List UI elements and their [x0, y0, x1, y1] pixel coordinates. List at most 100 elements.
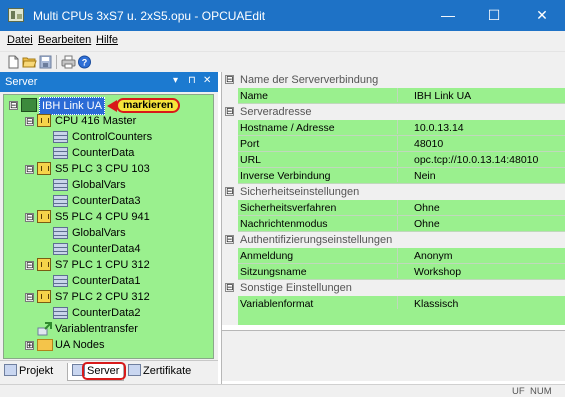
project-icon [4, 364, 17, 376]
tree-node-s7-plc-1[interactable]: ⊟ S7 PLC 1 CPU 312 [4, 257, 209, 273]
toolbar: ? [0, 51, 565, 72]
collapse-toggle[interactable]: ⊟ [225, 75, 234, 84]
collapse-toggle[interactable]: ⊟ [225, 283, 234, 292]
tree-node-counterdata1[interactable]: CounterData1 [4, 273, 209, 289]
collapse-toggle[interactable]: ⊟ [225, 187, 234, 196]
property-value[interactable]: 48010 [397, 136, 443, 150]
property-value[interactable]: Ohne [397, 200, 440, 214]
table-icon [53, 227, 68, 239]
open-folder-icon[interactable] [22, 55, 37, 69]
tree-node-variablentransfer[interactable]: Variablentransfer [4, 321, 209, 337]
category-label: Sicherheitseinstellungen [240, 186, 360, 198]
tree-node-globalvars[interactable]: GlobalVars [4, 225, 209, 241]
tree-node-controlcounters[interactable]: ControlCounters [4, 129, 209, 145]
tree-node-counterdata2[interactable]: CounterData2 [4, 305, 209, 321]
property-value[interactable]: Klassisch [397, 296, 458, 310]
property-value[interactable]: Nein [397, 168, 436, 182]
tab-projekt[interactable]: Projekt [4, 363, 53, 381]
menu-hilfe[interactable]: Hilfe [96, 34, 118, 46]
property-row-anmeldung[interactable]: Anmeldung Anonym [238, 248, 565, 264]
property-value[interactable]: Anonym [397, 248, 453, 262]
property-row-name[interactable]: Name IBH Link UA [238, 88, 565, 104]
category-label: Authentifizierungseinstellungen [240, 234, 393, 246]
property-row-nachrichtenmodus[interactable]: Nachrichtenmodus Ohne [238, 216, 565, 232]
tree-label: CounterData [72, 147, 135, 159]
category-sonstige-einstellungen[interactable]: ⊟ Sonstige Einstellungen [222, 280, 565, 296]
collapse-toggle[interactable]: ⊟ [25, 165, 34, 174]
collapse-toggle[interactable]: ⊟ [9, 101, 18, 110]
cpu-icon [37, 258, 51, 271]
pane-dropdown-icon[interactable]: ▾ [173, 75, 178, 86]
pane-pin-icon[interactable]: ⊓ [188, 75, 196, 86]
collapse-toggle[interactable]: ⊟ [25, 261, 34, 270]
pane-close-icon[interactable]: ✕ [203, 75, 211, 86]
status-uf: UF [512, 386, 525, 397]
category-label: Serveradresse [240, 106, 312, 118]
tree-node-ua-nodes[interactable]: ⊞ UA Nodes [4, 337, 209, 353]
table-icon [53, 131, 68, 143]
category-label: Sonstige Einstellungen [240, 282, 352, 294]
tree-label: GlobalVars [72, 227, 126, 239]
property-value[interactable]: Workshop [397, 264, 461, 278]
table-icon [53, 243, 68, 255]
collapse-toggle[interactable]: ⊟ [25, 117, 34, 126]
print-icon[interactable] [61, 55, 76, 69]
tree-node-s5-plc-4[interactable]: ⊟ S5 PLC 4 CPU 941 [4, 209, 209, 225]
toolbar-separator [56, 55, 57, 69]
property-row-sicherheitsverfahren[interactable]: Sicherheitsverfahren Ohne [238, 200, 565, 216]
category-authentifizierungseinstellungen[interactable]: ⊟ Authentifizierungseinstellungen [222, 232, 565, 248]
expand-toggle[interactable]: ⊞ [25, 341, 34, 350]
property-row-sitzungsname[interactable]: Sitzungsname Workshop [238, 264, 565, 280]
category-name-der-serververbindung[interactable]: ⊟ Name der Serververbindung [222, 72, 565, 88]
category-sicherheitseinstellungen[interactable]: ⊟ Sicherheitseinstellungen [222, 184, 565, 200]
cpu-icon [37, 162, 51, 175]
tree-node-counterdata4[interactable]: CounterData4 [4, 241, 209, 257]
property-value[interactable]: opc.tcp://10.0.13.14:48010 [397, 152, 538, 166]
table-icon [53, 307, 68, 319]
save-icon[interactable] [38, 55, 53, 69]
table-icon [53, 179, 68, 191]
callout-label: markieren [116, 98, 181, 113]
tree-node-globalvars[interactable]: GlobalVars [4, 177, 209, 193]
property-name: Anmeldung [240, 250, 294, 262]
property-name: URL [240, 154, 262, 166]
menu-bearbeiten[interactable]: Bearbeiten [38, 34, 91, 46]
collapse-toggle[interactable]: ⊟ [225, 107, 234, 116]
property-row-port[interactable]: Port 48010 [238, 136, 565, 152]
help-icon[interactable]: ? [77, 55, 92, 69]
collapse-toggle[interactable]: ⊟ [25, 213, 34, 222]
cpu-icon [37, 114, 51, 127]
close-button[interactable]: ✕ [519, 0, 565, 31]
collapse-toggle[interactable]: ⊟ [225, 235, 234, 244]
property-value[interactable]: IBH Link UA [397, 88, 471, 102]
collapse-toggle[interactable]: ⊟ [25, 293, 34, 302]
window-title: Multi CPUs 3xS7 u. 2xS5.opu - OPCUAEdit [33, 9, 266, 23]
menu-datei[interactable]: Datei [7, 34, 33, 46]
tree-node-counterdata[interactable]: CounterData [4, 145, 209, 161]
property-name: Sitzungsname [240, 266, 307, 278]
server-tab-highlight [82, 362, 126, 380]
server-pane: Server ▾ ⊓ ✕ ⊟ IBH Link UA ⊟ CPU 416 Mas… [0, 72, 218, 384]
tree-node-counterdata3[interactable]: CounterData3 [4, 193, 209, 209]
category-serveradresse[interactable]: ⊟ Serveradresse [222, 104, 565, 120]
maximize-button[interactable]: ☐ [471, 0, 517, 31]
tree-label: S5 PLC 3 CPU 103 [55, 163, 150, 175]
menu-bar: Datei Bearbeiten Hilfe [0, 31, 565, 51]
category-label: Name der Serververbindung [240, 74, 379, 86]
property-value[interactable]: Ohne [397, 216, 440, 230]
certificate-icon [128, 364, 141, 376]
tree-label: ControlCounters [72, 131, 153, 143]
tree-node-s7-plc-2[interactable]: ⊟ S7 PLC 2 CPU 312 [4, 289, 209, 305]
tree-label: CounterData2 [72, 307, 141, 319]
property-row-hostname[interactable]: Hostname / Adresse 10.0.13.14 [238, 120, 565, 136]
property-value[interactable]: 10.0.13.14 [397, 120, 464, 134]
tree-node-s5-plc-3[interactable]: ⊟ S5 PLC 3 CPU 103 [4, 161, 209, 177]
minimize-button[interactable]: — [425, 0, 471, 31]
property-row-inverse-verbindung[interactable]: Inverse Verbindung Nein [238, 168, 565, 184]
property-row-url[interactable]: URL opc.tcp://10.0.13.14:48010 [238, 152, 565, 168]
server-tree[interactable]: ⊟ IBH Link UA ⊟ CPU 416 Master ControlCo… [3, 94, 214, 359]
property-grid: ⊟ Name der Serververbindung Name IBH Lin… [222, 72, 565, 325]
tab-zertifikate[interactable]: Zertifikate [128, 363, 191, 381]
new-document-icon[interactable] [6, 55, 21, 69]
tree-node-cpu-416-master[interactable]: ⊟ CPU 416 Master [4, 113, 209, 129]
